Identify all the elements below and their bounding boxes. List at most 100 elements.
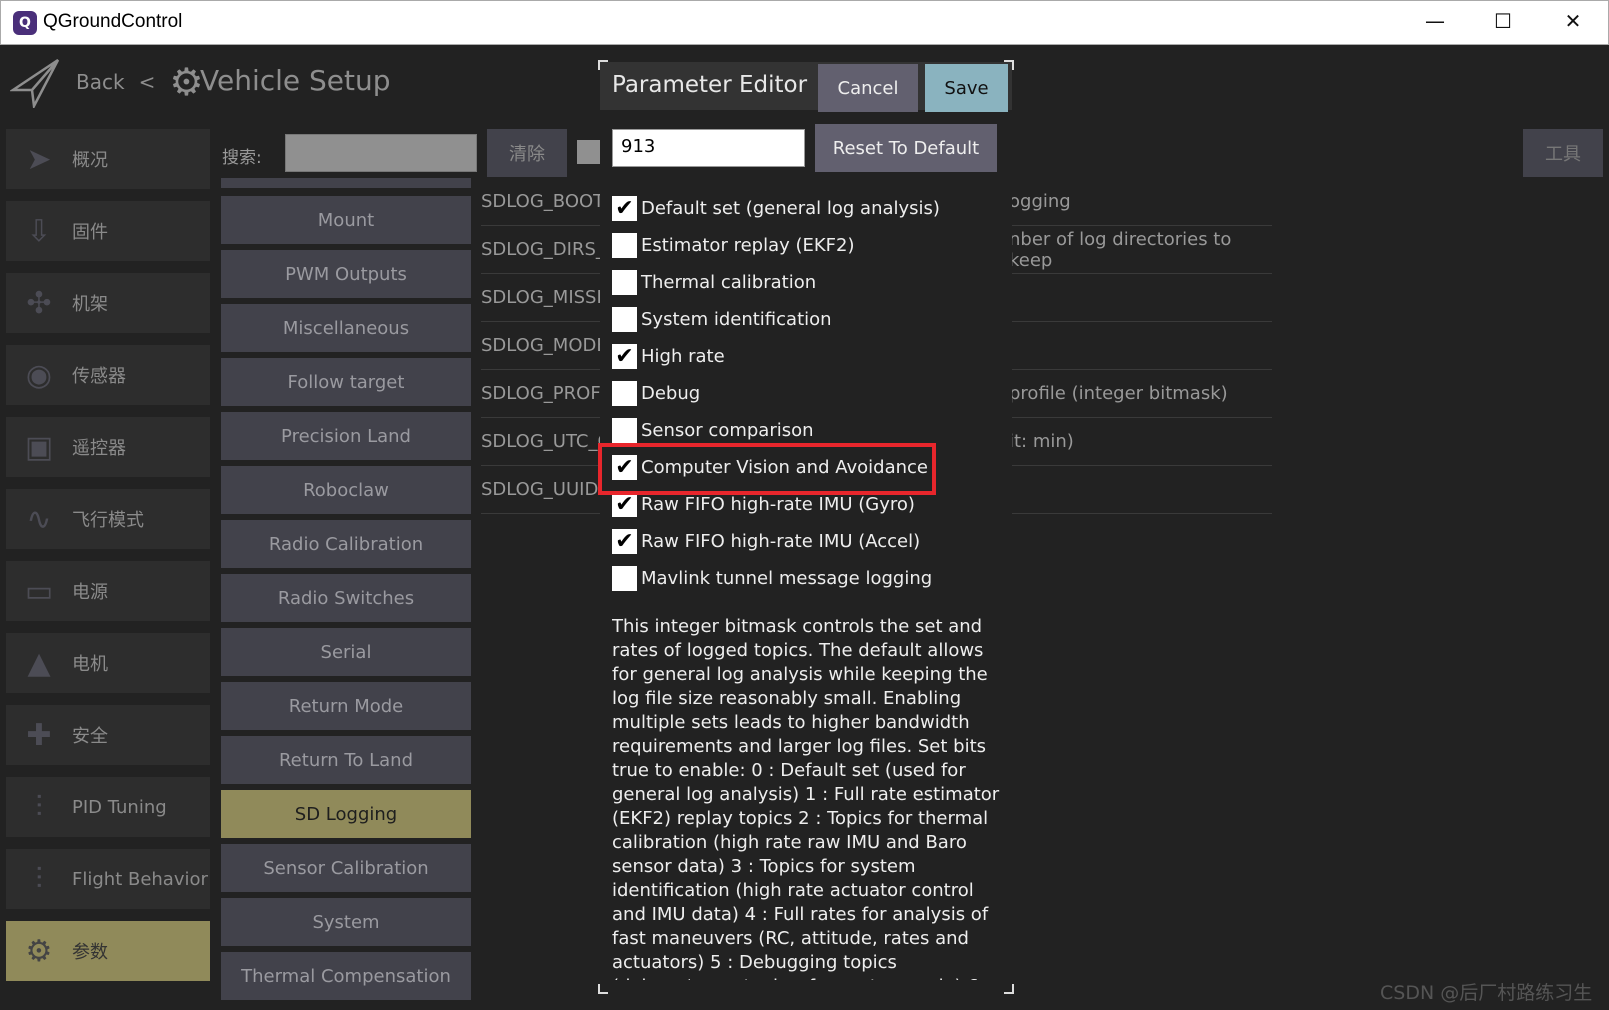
sidebar-item-label: 概况 xyxy=(72,150,108,171)
sidebar-item[interactable]: ▣ 遥控器 xyxy=(6,417,210,477)
sidebar-item-label: 安全 xyxy=(72,726,108,747)
param-name: SDLOG_UTC_C xyxy=(481,431,611,452)
checkbox[interactable] xyxy=(612,269,637,295)
bitmask-option[interactable]: Debug xyxy=(612,378,700,408)
checkbox[interactable] xyxy=(612,380,637,406)
sliders-icon: ⫶ xyxy=(35,789,43,825)
group-button[interactable]: Return To Land xyxy=(221,736,471,784)
checkbox[interactable] xyxy=(612,232,637,258)
maximize-button[interactable]: ☐ xyxy=(1483,9,1523,37)
sidebar-item[interactable]: ⚙ 参数 xyxy=(6,921,210,981)
back-label: Back xyxy=(76,70,125,94)
option-label: Raw FIFO high-rate IMU (Accel) xyxy=(641,530,921,552)
sidebar-item-label: 传感器 xyxy=(72,366,126,387)
bitmask-option[interactable]: Thermal calibration xyxy=(612,267,816,297)
minimize-button[interactable]: — xyxy=(1415,9,1455,37)
option-label: System identification xyxy=(641,308,832,330)
option-label: Thermal calibration xyxy=(641,271,817,293)
group-button[interactable]: PWM Outputs xyxy=(221,250,471,298)
checkbox[interactable]: ✔ xyxy=(612,528,637,554)
sidebar-item[interactable]: ∿ 飞行模式 xyxy=(6,489,210,549)
sidebar-item[interactable]: ⫶ PID Tuning xyxy=(6,777,210,837)
flight-modes-icon: ∿ xyxy=(26,501,52,537)
radio-icon: ▣ xyxy=(24,429,54,465)
group-button[interactable]: Follow target xyxy=(221,358,471,406)
checkbox[interactable]: ✔ xyxy=(612,195,637,221)
sidebar-item[interactable]: ⫶ Flight Behavior xyxy=(6,849,210,909)
show-modified-checkbox[interactable] xyxy=(577,140,601,164)
param-name: SDLOG_DIRS_I xyxy=(481,239,611,260)
group-button[interactable]: Sensor Calibration xyxy=(221,844,471,892)
bitmask-option[interactable]: Estimator replay (EKF2) xyxy=(612,230,855,260)
bitmask-option[interactable]: Sensor comparison xyxy=(612,415,814,445)
page-title: Vehicle Setup xyxy=(200,64,391,97)
tools-button[interactable]: 工具 xyxy=(1523,129,1603,177)
checkbox[interactable] xyxy=(612,417,637,443)
close-button[interactable]: ✕ xyxy=(1553,9,1593,37)
clear-button[interactable]: 清除 xyxy=(487,129,567,177)
motor-icon: ▲ xyxy=(27,645,51,681)
bitmask-option[interactable]: ✔ Raw FIFO high-rate IMU (Accel) xyxy=(612,526,920,556)
param-description: it: min) xyxy=(1009,431,1074,452)
parameter-editor-dialog: Parameter Editor Cancel Save 913 Reset T… xyxy=(598,60,1014,994)
sidebar-item[interactable]: ➤ 概况 xyxy=(6,129,210,189)
sidebar-item-label: 遥控器 xyxy=(72,438,126,459)
sidebar-item-label: 参数 xyxy=(72,942,108,963)
reset-to-default-button[interactable]: Reset To Default xyxy=(815,124,997,172)
sidebar-item[interactable]: ⇩ 固件 xyxy=(6,201,210,261)
sidebar-item[interactable]: ◉ 传感器 xyxy=(6,345,210,405)
sidebar-item[interactable]: ✚ 安全 xyxy=(6,705,210,765)
group-button[interactable]: Roboclaw xyxy=(221,466,471,514)
dialog-title: Parameter Editor xyxy=(612,72,808,98)
paper-plane-icon: ➤ xyxy=(26,141,52,177)
bitmask-option[interactable]: ✔ Default set (general log analysis) xyxy=(612,193,940,223)
value-input[interactable]: 913 xyxy=(612,129,805,167)
group-button[interactable]: Serial xyxy=(221,628,471,676)
sidebar-item[interactable]: ✣ 机架 xyxy=(6,273,210,333)
save-button[interactable]: Save xyxy=(925,64,1008,112)
group-button[interactable]: Thermal Compensation xyxy=(221,952,471,1000)
param-name: SDLOG_PROFII xyxy=(481,383,612,404)
sidebar-item-label: PID Tuning xyxy=(72,796,167,818)
sidebar-item-label: 飞行模式 xyxy=(72,510,144,531)
sidebar-item[interactable]: ▲ 电机 xyxy=(6,633,210,693)
checkbox[interactable]: ✔ xyxy=(612,491,637,517)
param-name: SDLOG_UUID xyxy=(481,479,599,500)
group-button[interactable]: Mount xyxy=(221,196,471,244)
group-button[interactable]: Return Mode xyxy=(221,682,471,730)
option-label: Sensor comparison xyxy=(641,419,814,441)
back-button[interactable]: Back < ⚙ xyxy=(10,56,203,108)
parameter-description: This integer bitmask controls the set an… xyxy=(612,616,1000,980)
search-input[interactable] xyxy=(285,134,477,172)
title-bar: Q QGroundControl — ☐ ✕ xyxy=(0,0,1609,45)
sidebar-item-label: 机架 xyxy=(72,294,108,315)
param-description: profile (integer bitmask) xyxy=(1009,383,1228,404)
paper-plane-icon xyxy=(10,58,60,108)
dialog-corner xyxy=(598,60,608,70)
param-name: SDLOG_BOOT_ xyxy=(481,191,614,212)
option-label: High rate xyxy=(641,345,725,367)
group-button[interactable]: Radio Switches xyxy=(221,574,471,622)
group-button[interactable]: Miscellaneous xyxy=(221,304,471,352)
param-name: SDLOG_MISSIC xyxy=(481,287,615,308)
bitmask-option[interactable]: System identification xyxy=(612,304,832,334)
group-button[interactable]: Radio Calibration xyxy=(221,520,471,568)
param-description: ogging xyxy=(1009,191,1071,212)
group-button[interactable]: SD Logging xyxy=(221,790,471,838)
group-button[interactable]: Precision Land xyxy=(221,412,471,460)
airframe-icon: ✣ xyxy=(26,285,52,321)
group-button-partial[interactable] xyxy=(221,178,471,188)
checkbox[interactable] xyxy=(612,306,637,332)
breadcrumb-separator: < xyxy=(138,70,156,94)
group-button[interactable]: System xyxy=(221,898,471,946)
sliders-icon: ⫶ xyxy=(35,861,43,897)
dialog-corner xyxy=(1004,984,1014,994)
bitmask-option[interactable]: Mavlink tunnel message logging xyxy=(612,563,932,593)
checkbox[interactable]: ✔ xyxy=(612,343,637,369)
bitmask-option[interactable]: ✔ High rate xyxy=(612,341,725,371)
checkbox[interactable] xyxy=(612,565,637,591)
sidebar-item[interactable]: ▭ 电源 xyxy=(6,561,210,621)
gears-icon: ⚙ xyxy=(25,933,53,969)
cancel-button[interactable]: Cancel xyxy=(818,64,918,112)
highlight-annotation xyxy=(598,443,936,495)
